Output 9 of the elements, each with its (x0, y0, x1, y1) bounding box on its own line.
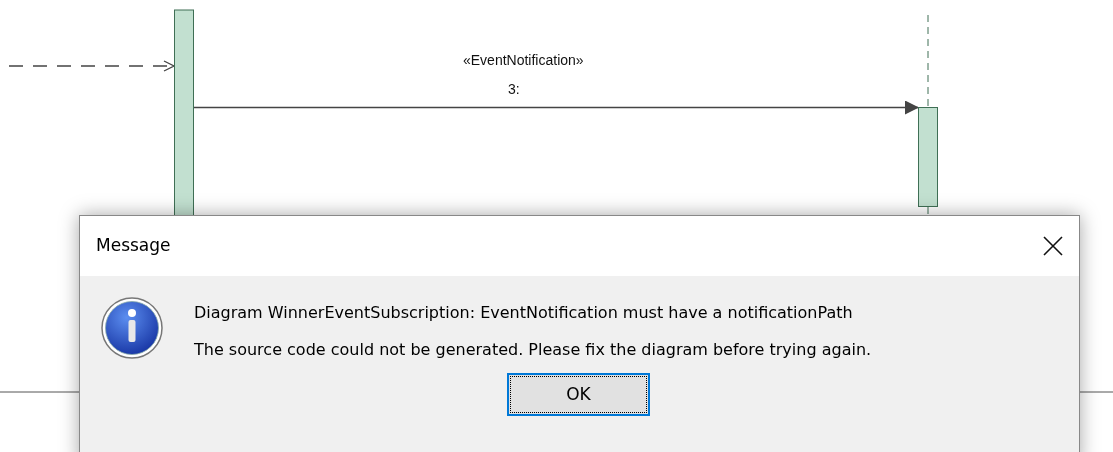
message-stereotype: «EventNotification» (463, 51, 584, 70)
message-sequence: 3: (508, 80, 520, 99)
dialog-title: Message (96, 234, 171, 258)
message-text: The source code could not be generated. Please fix the diagram before trying again. (194, 339, 872, 361)
ok-button[interactable]: OK (507, 373, 650, 416)
message-text: Diagram WinnerEventSubscription: EventNotification must have a notificationPath (194, 302, 854, 324)
info-icon (100, 296, 164, 360)
close-icon[interactable] (1043, 236, 1063, 256)
lifeline (927, 206, 929, 217)
